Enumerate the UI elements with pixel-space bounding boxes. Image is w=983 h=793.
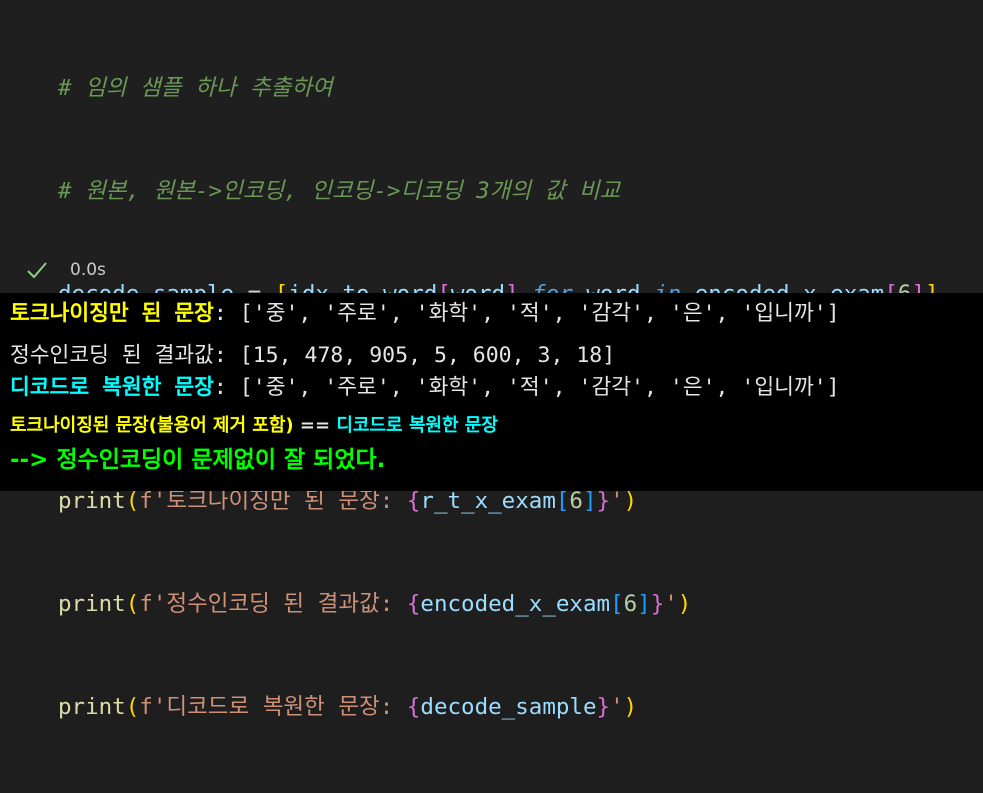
bracket: [ bbox=[555, 487, 570, 514]
code-line-7: print(f'디코드로 복원한 문장: {decode_sample}') bbox=[58, 690, 939, 724]
string-literal: f'정수인코딩 된 결과값: bbox=[139, 590, 407, 617]
output-label: 토크나이징만 된 문장 bbox=[10, 301, 214, 326]
output-highlight: 디코드로 복원한 문장 bbox=[336, 415, 498, 436]
bracket: { bbox=[406, 487, 421, 514]
comment-text: # 임의 샘플 하나 추출하여 bbox=[58, 74, 333, 101]
output-text: : ['중', '주로', '화학', '적', '감각', '은', '입니까… bbox=[213, 301, 840, 326]
number-literal: 6 bbox=[623, 590, 638, 617]
function-name: print bbox=[58, 694, 126, 721]
execution-status: 0.0s bbox=[26, 253, 106, 287]
output-text: : ['중', '주로', '화학', '적', '감각', '은', '입니까… bbox=[213, 375, 840, 400]
bracket: { bbox=[406, 590, 421, 617]
bracket: ) bbox=[623, 487, 638, 514]
bracket: ] bbox=[582, 487, 597, 514]
string-literal: f'디코드로 복원한 문장: bbox=[139, 694, 407, 721]
output-line-2: 정수인코딩 된 결과값: [15, 478, 905, 5, 600, 3, 1… bbox=[10, 343, 616, 368]
output-line-5: --> 정수인코딩이 문제없이 잘 되었다. bbox=[10, 447, 386, 473]
variable-name: encoded_x_exam bbox=[420, 590, 611, 617]
string-literal: ' bbox=[664, 590, 678, 617]
bracket: } bbox=[596, 694, 611, 721]
bracket: ( bbox=[125, 694, 140, 721]
variable-name: r_t_x_exam bbox=[420, 487, 556, 514]
code-line-6: print(f'정수인코딩 된 결과값: {encoded_x_exam[6]}… bbox=[58, 587, 939, 621]
cell-output: 토크나이징만 된 문장: ['중', '주로', '화학', '적', '감각'… bbox=[0, 293, 983, 491]
number-literal: 6 bbox=[569, 487, 583, 514]
output-label: 디코드로 복원한 문장 bbox=[10, 375, 214, 400]
code-cell[interactable]: # 임의 샘플 하나 추출하여 # 원본, 원본->인코딩, 인코딩->디코딩 … bbox=[0, 0, 983, 720]
bracket: ) bbox=[623, 694, 638, 721]
bracket: [ bbox=[610, 590, 624, 617]
bracket: } bbox=[596, 487, 611, 514]
bracket: ( bbox=[125, 487, 140, 514]
output-text: == bbox=[293, 415, 337, 436]
string-literal: ' bbox=[610, 487, 624, 514]
bracket: } bbox=[650, 590, 665, 617]
output-line-1: 토크나이징만 된 문장: ['중', '주로', '화학', '적', '감각'… bbox=[10, 297, 840, 331]
output-line-3: 디코드로 복원한 문장: ['중', '주로', '화학', '적', '감각'… bbox=[10, 371, 840, 405]
string-literal: ' bbox=[610, 694, 624, 721]
comment-text: # 원본, 원본->인코딩, 인코딩->디코딩 3개의 값 비교 bbox=[58, 178, 621, 205]
string-literal: f'토크나이징만 된 문장: bbox=[139, 487, 407, 514]
bracket: ] bbox=[637, 590, 651, 617]
bracket: ( bbox=[125, 590, 140, 617]
check-icon bbox=[27, 262, 47, 279]
function-name: print bbox=[58, 487, 126, 514]
output-line-4: 토크나이징된 문장(불용어 제거 포함) == 디코드로 복원한 문장 bbox=[10, 409, 498, 443]
code-line-2: # 원본, 원본->인코딩, 인코딩->디코딩 3개의 값 비교 bbox=[58, 174, 939, 208]
bracket: ) bbox=[677, 590, 692, 617]
execution-time: 0.0s bbox=[70, 260, 106, 280]
function-name: print bbox=[58, 590, 126, 617]
output-highlight: 토크나이징된 문장(불용어 제거 포함) bbox=[10, 415, 294, 436]
bracket: { bbox=[406, 694, 421, 721]
variable-name: decode_sample bbox=[420, 694, 597, 721]
code-line-1: # 임의 샘플 하나 추출하여 bbox=[58, 71, 939, 105]
